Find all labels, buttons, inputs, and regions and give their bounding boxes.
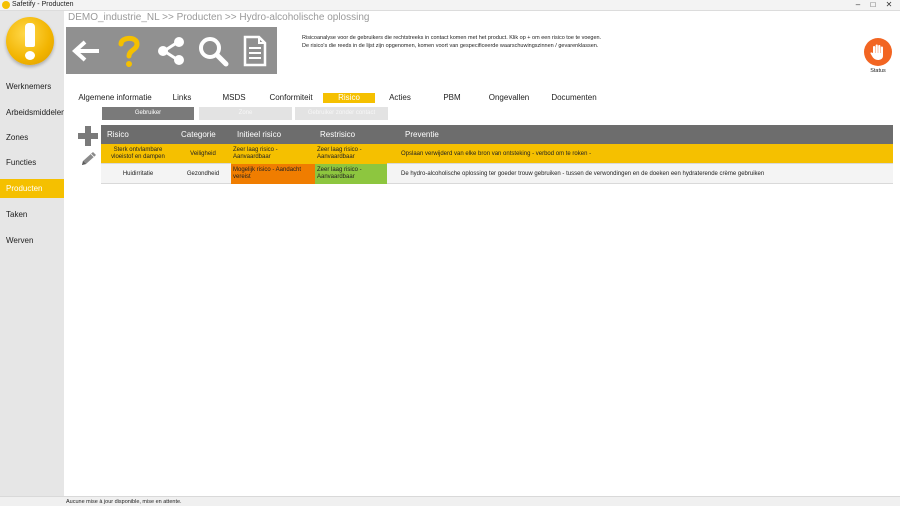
subtab-gebruiker[interactable]: Gebruiker <box>102 107 194 120</box>
sidebar-item-werven[interactable]: Werven <box>0 231 64 250</box>
risk-table: Risico Categorie Initieel risico Restris… <box>101 125 893 184</box>
cell-initieel-risico: Zeer laag risico - Aanvaardbaar <box>231 144 315 164</box>
window-titlebar: Safetify - Producten – □ ✕ <box>0 0 900 11</box>
cell-categorie: Gezondheid <box>186 170 220 177</box>
cell-categorie: Veiligheid <box>190 150 216 157</box>
safetify-logo <box>6 17 54 71</box>
cell-risico: Sterk ontvlambare vloeistof en dampen <box>111 147 165 160</box>
cell-restrisico: Zeer laag risico - Aanvaardbaar <box>315 144 387 164</box>
subtab-gebruiker-zonder-contact[interactable]: Gebruiker zonder contact <box>295 107 388 120</box>
tab-risico[interactable]: Risico <box>323 93 375 103</box>
search-icon <box>199 36 229 66</box>
add-risk-icon[interactable] <box>78 126 98 146</box>
breadcrumb: DEMO_industrie_NL >> Producten >> Hydro-… <box>68 12 370 23</box>
sidebar-item-zones[interactable]: Zones <box>0 128 64 147</box>
cell-risico: Huidirritatie <box>122 170 154 177</box>
tab-documenten[interactable]: Documenten <box>546 93 602 103</box>
cell-initieel-risico: Mogelijk risico - Aandacht vereist <box>231 164 315 184</box>
close-window-button[interactable]: ✕ <box>882 0 896 10</box>
tab-ongevallen[interactable]: Ongevallen <box>484 93 534 103</box>
cell-restrisico: Zeer laag risico - Aanvaardbaar <box>315 164 387 184</box>
edit-pencil-icon[interactable] <box>79 151 98 168</box>
header-initieel-risico[interactable]: Initieel risico <box>237 125 281 144</box>
app-icon <box>2 1 10 9</box>
header-categorie[interactable]: Categorie <box>181 125 216 144</box>
back-arrow-icon <box>72 40 99 61</box>
table-header: Risico Categorie Initieel risico Restris… <box>101 125 893 144</box>
minimize-button[interactable]: – <box>851 0 865 10</box>
sidebar-item-werknemers[interactable]: Werknemers <box>0 77 64 96</box>
share-button[interactable] <box>150 27 192 74</box>
toolbar <box>66 27 277 74</box>
sidebar-item-functies[interactable]: Functies <box>0 153 64 172</box>
info-line-1: Risicoanalyse voor de gebruikers die rec… <box>302 35 602 41</box>
help-button[interactable] <box>108 27 150 74</box>
header-risico[interactable]: Risico <box>107 125 129 144</box>
cell-preventie: De hydro-alcoholische oplossing ter goed… <box>401 170 765 177</box>
tab-links[interactable]: Links <box>164 93 200 103</box>
help-icon <box>118 35 140 67</box>
share-icon <box>158 36 184 65</box>
sidebar: Werknemers Arbeidsmiddelen Zones Functie… <box>0 11 64 496</box>
info-line-2: De risico's die reeds in de lijst zijn o… <box>302 43 599 49</box>
window-title: Safetify - Producten <box>12 1 74 8</box>
document-icon <box>243 35 267 66</box>
tab-msds[interactable]: MSDS <box>215 93 253 103</box>
tab-algemene-informatie[interactable]: Algemene informatie <box>74 93 156 103</box>
subtab-zone[interactable]: Zone <box>199 107 292 120</box>
sidebar-item-producten[interactable]: Producten <box>0 179 64 198</box>
table-row[interactable]: Sterk ontvlambare vloeistof en dampen Ve… <box>101 144 893 164</box>
stop-hand-icon <box>870 44 883 60</box>
tab-acties[interactable]: Acties <box>382 93 418 103</box>
back-button[interactable] <box>66 27 108 74</box>
cell-preventie: Opslaan verwijderd van elke bron van ont… <box>401 150 592 157</box>
header-preventie[interactable]: Preventie <box>405 125 439 144</box>
sidebar-item-taken[interactable]: Taken <box>0 205 64 224</box>
info-text: Risicoanalyse voor de gebruikers die rec… <box>302 34 802 50</box>
status-button[interactable] <box>864 38 892 66</box>
tab-conformiteit[interactable]: Conformiteit <box>262 93 320 103</box>
document-button[interactable] <box>234 27 276 74</box>
maximize-button[interactable]: □ <box>866 0 880 10</box>
statusbar-message: Aucune mise à jour disponible, mise en a… <box>0 496 900 506</box>
table-row[interactable]: Huidirritatie Gezondheid Mogelijk risico… <box>101 164 893 184</box>
tab-pbm[interactable]: PBM <box>435 93 469 103</box>
header-restrisico[interactable]: Restrisico <box>320 125 355 144</box>
search-button[interactable] <box>192 27 234 74</box>
sidebar-item-arbeidsmiddelen[interactable]: Arbeidsmiddelen <box>0 103 64 122</box>
status-label: Status <box>870 68 886 74</box>
